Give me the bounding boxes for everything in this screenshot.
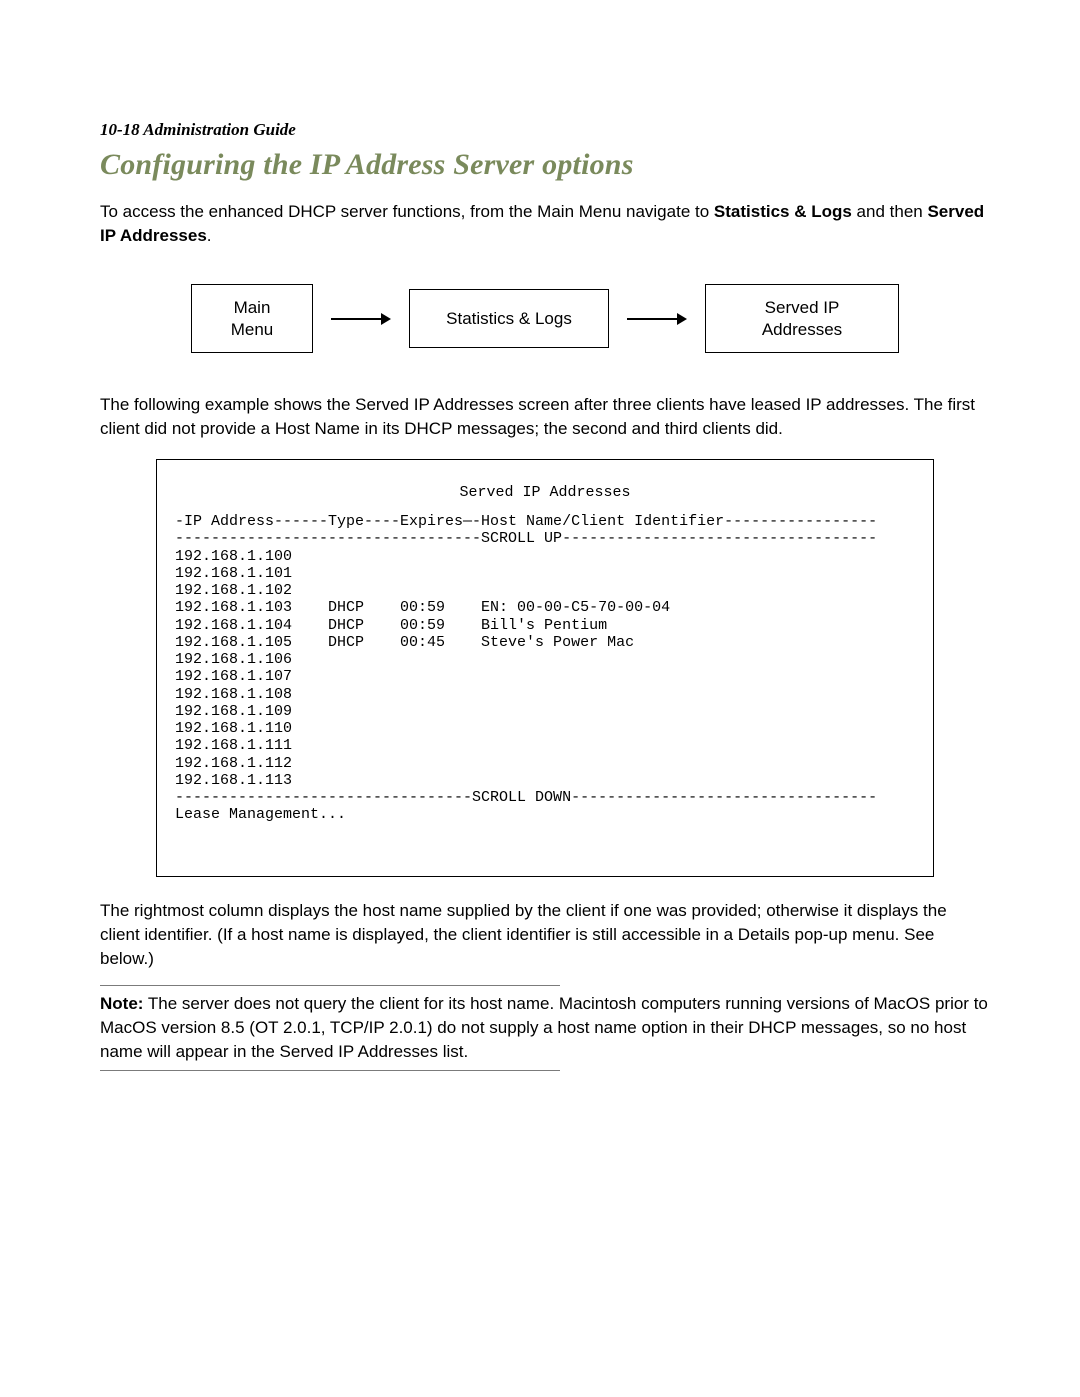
nav-box-statistics-and-logs: Statistics & Logs xyxy=(409,289,609,348)
horizontal-rule xyxy=(100,1070,560,1071)
running-head: 10-18 Administration Guide xyxy=(100,120,990,140)
served-ip-addresses-terminal: Served IP Addresses -IP Address------Typ… xyxy=(156,459,934,877)
horizontal-rule xyxy=(100,985,560,986)
intro-paragraph: To access the enhanced DHCP server funct… xyxy=(100,200,990,248)
intro-post: . xyxy=(207,226,212,245)
arrow-right-icon xyxy=(331,309,391,329)
terminal-column-header: -IP Address------Type----Expires—-Host N… xyxy=(175,513,915,530)
navigation-breadcrumb-diagram: Main Menu Statistics & Logs Served IP Ad… xyxy=(100,284,990,353)
intro-mid: and then xyxy=(852,202,928,221)
section-title: Configuring the IP Address Server option… xyxy=(100,148,990,182)
terminal-screen-title: Served IP Addresses xyxy=(175,484,915,501)
note-paragraph: Note: The server does not query the clie… xyxy=(100,992,990,1064)
note-text: The server does not query the client for… xyxy=(100,994,988,1061)
intro-bold-1: Statistics & Logs xyxy=(714,202,852,221)
terminal-lease-management-item[interactable]: Lease Management... xyxy=(175,806,915,823)
after-terminal-paragraph: The rightmost column displays the host n… xyxy=(100,899,990,971)
after-nav-paragraph: The following example shows the Served I… xyxy=(100,393,990,441)
arrow-right-icon xyxy=(627,309,687,329)
nav-box-main-menu: Main Menu xyxy=(191,284,313,353)
nav-box-served-ip-addresses: Served IP Addresses xyxy=(705,284,899,353)
terminal-row-list: 192.168.1.100 192.168.1.101 192.168.1.10… xyxy=(175,548,915,790)
note-label: Note: xyxy=(100,994,143,1013)
terminal-scroll-down-marker: ---------------------------------SCROLL … xyxy=(175,789,915,806)
document-page: { "page_header": "10-18 Administration G… xyxy=(0,0,1080,1397)
intro-pre: To access the enhanced DHCP server funct… xyxy=(100,202,714,221)
terminal-scroll-up-marker: ----------------------------------SCROLL… xyxy=(175,530,915,547)
note-block: Note: The server does not query the clie… xyxy=(100,985,990,1071)
